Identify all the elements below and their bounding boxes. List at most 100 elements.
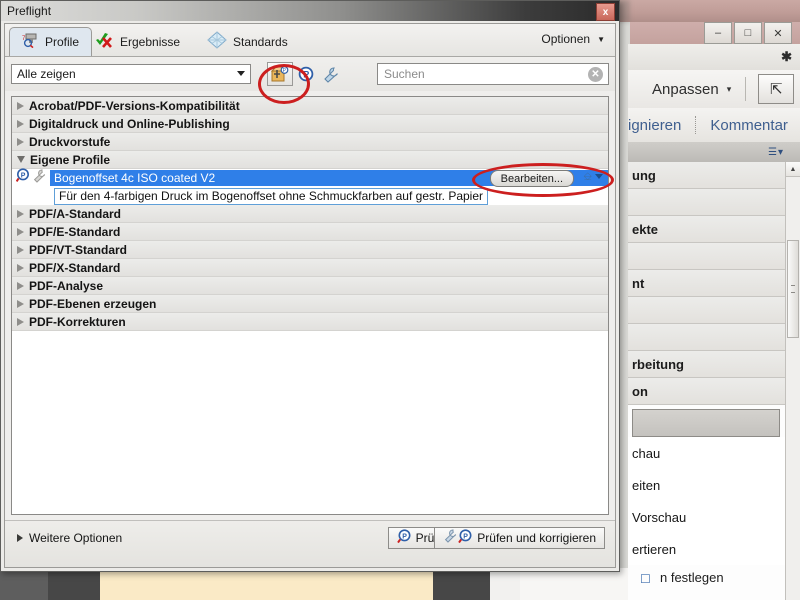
search-input[interactable]: Suchen ✕ <box>377 63 609 85</box>
clear-icon[interactable]: ✕ <box>588 67 603 82</box>
preflight-profile-icon: 7 <box>22 33 39 51</box>
group-row-digitaldruck[interactable]: Digitaldruck und Online-Publishing <box>12 115 608 133</box>
chevron-right-icon[interactable] <box>17 101 24 110</box>
group-row-pdfa[interactable]: PDF/A-Standard <box>12 205 608 223</box>
window-controls[interactable]: – □ ✕ <box>704 22 792 44</box>
close-window-button[interactable]: ✕ <box>764 22 792 44</box>
chevron-down-icon[interactable] <box>17 156 25 163</box>
list-item[interactable]: rbeitung <box>628 351 786 378</box>
filter-select-value: Alle zeigen <box>17 67 76 81</box>
preflight-p-icon: P <box>396 529 412 547</box>
right-panel-scrollbar[interactable]: ▲ <box>785 162 800 600</box>
list-item[interactable]: ertieren <box>628 533 786 565</box>
preflight-p-icon[interactable]: P <box>293 62 319 86</box>
chevron-down-icon: ▼ <box>597 34 605 44</box>
group-label: PDF-Analyse <box>29 278 104 293</box>
dialog-titlebar[interactable]: Preflight x <box>1 1 619 21</box>
right-panel-header: ☰▾ <box>628 142 800 163</box>
tab-kommentar[interactable]: Kommentar <box>710 117 788 134</box>
list-item[interactable] <box>628 324 786 351</box>
chevron-right-icon <box>17 534 23 542</box>
thumb-cell-e <box>520 568 628 600</box>
scroll-up-icon[interactable]: ▲ <box>786 162 800 177</box>
wrench-icon <box>33 169 47 188</box>
acrobat-tool-tabs: ignieren Kommentar <box>628 108 800 143</box>
filter-select[interactable]: Alle zeigen <box>11 64 251 84</box>
chevron-right-icon[interactable] <box>17 119 24 128</box>
group-row-druckvorstufe[interactable]: Druckvorstufe <box>12 133 608 151</box>
group-row-pdf-analyse[interactable]: PDF-Analyse <box>12 277 608 295</box>
dialog-title: Preflight <box>7 4 52 18</box>
minimize-button[interactable]: – <box>704 22 732 44</box>
group-row-pdf-ebenen[interactable]: PDF-Ebenen erzeugen <box>12 295 608 313</box>
chevron-right-icon[interactable] <box>17 245 24 254</box>
profile-list[interactable]: Acrobat/PDF-Versions-Kompatibilität Digi… <box>11 96 609 515</box>
edit-extra-icon[interactable]: ⎒ <box>583 171 592 184</box>
page-icon: ☐ <box>640 572 651 586</box>
bottom-menu-label[interactable]: n festlegen <box>660 570 724 585</box>
list-item[interactable]: eiten <box>628 469 786 501</box>
chevron-right-icon[interactable] <box>17 263 24 272</box>
tab-standards[interactable]: Standards <box>195 27 300 56</box>
group-label: PDF/E-Standard <box>29 224 121 239</box>
options-menu[interactable]: Optionen ▼ <box>541 32 605 46</box>
list-item[interactable] <box>628 297 786 324</box>
tab-ergebnisse-label: Ergebnisse <box>120 34 181 49</box>
dialog-footer: Weitere Optionen P Prüfen <box>5 520 615 567</box>
dialog-body: 7 Profile Ergebnisse Standards Optionen … <box>4 23 616 568</box>
group-row-pdfvt[interactable]: PDF/VT-Standard <box>12 241 608 259</box>
profile-row-selected[interactable]: P Bogenoffset 4c ISO coated V2 Bearbeite… <box>12 168 608 188</box>
group-label: PDF-Ebenen erzeugen <box>29 296 157 311</box>
list-item[interactable]: Vorschau <box>628 501 786 533</box>
pin-icon[interactable]: ✱ <box>781 50 792 63</box>
chevron-right-icon[interactable] <box>17 281 24 290</box>
group-row-pdfx[interactable]: PDF/X-Standard <box>12 259 608 277</box>
chevron-right-icon[interactable] <box>17 299 24 308</box>
profile-description: Für den 4-farbigen Druck im Bogenoffset … <box>54 187 489 205</box>
group-label: PDF/X-Standard <box>29 260 121 275</box>
chevron-down-icon[interactable] <box>595 174 603 179</box>
thumb-cell-d <box>490 568 520 600</box>
new-profile-icon[interactable]: P <box>267 62 293 86</box>
group-row-eigene-profile[interactable]: Eigene Profile <box>12 151 608 169</box>
group-row-acrobat-compat[interactable]: Acrobat/PDF-Versions-Kompatibilität <box>12 97 608 115</box>
chevron-right-icon[interactable] <box>17 227 24 236</box>
tab-profile[interactable]: 7 Profile <box>9 27 93 56</box>
list-item[interactable]: nt <box>628 270 786 297</box>
list-item[interactable]: ung <box>628 162 786 189</box>
list-item[interactable] <box>628 243 786 270</box>
tab-signieren[interactable]: ignieren <box>628 117 681 134</box>
tab-standards-label: Standards <box>233 34 288 49</box>
list-item[interactable]: chau <box>628 437 786 469</box>
list-item[interactable]: on <box>628 378 786 405</box>
close-icon[interactable]: x <box>596 3 615 21</box>
maximize-button[interactable]: □ <box>734 22 762 44</box>
selected-panel-row[interactable] <box>632 409 780 437</box>
wrench-icon[interactable] <box>319 62 345 86</box>
chevron-down-icon[interactable]: ▾ <box>727 84 732 95</box>
preflight-dialog: Preflight x 7 Profile Ergebnisse Standar… <box>0 0 620 572</box>
group-label: PDF/A-Standard <box>29 206 122 221</box>
fit-label[interactable]: Anpassen <box>652 81 719 98</box>
group-row-pdf-korrekturen[interactable]: PDF-Korrekturen <box>12 313 608 331</box>
chevron-right-icon[interactable] <box>17 209 24 218</box>
chevron-right-icon[interactable] <box>17 317 24 326</box>
list-item[interactable] <box>628 189 786 216</box>
check-and-fix-button-label: Prüfen und korrigieren <box>477 531 596 545</box>
group-label: PDF/VT-Standard <box>29 242 128 257</box>
expand-arrows-icon[interactable]: ⇱ <box>758 74 795 104</box>
scrollbar-thumb[interactable] <box>787 240 799 338</box>
scrollbar-grip <box>791 285 795 293</box>
preflight-p-icon: P <box>15 168 31 188</box>
check-and-fix-button[interactable]: P Prüfen und korrigieren <box>434 527 605 549</box>
tab-ergebnisse[interactable]: Ergebnisse <box>83 27 192 56</box>
more-options-toggle[interactable]: Weitere Optionen <box>17 531 122 545</box>
list-item[interactable]: ekte <box>628 216 786 243</box>
edit-button[interactable]: Bearbeiten... <box>489 170 574 187</box>
group-label: PDF-Korrekturen <box>29 314 126 329</box>
svg-text:P: P <box>303 69 309 79</box>
wrench-icon <box>443 529 458 547</box>
chevron-right-icon[interactable] <box>17 137 24 146</box>
group-row-pdfe[interactable]: PDF/E-Standard <box>12 223 608 241</box>
list-options-icon[interactable]: ☰▾ <box>768 147 784 158</box>
